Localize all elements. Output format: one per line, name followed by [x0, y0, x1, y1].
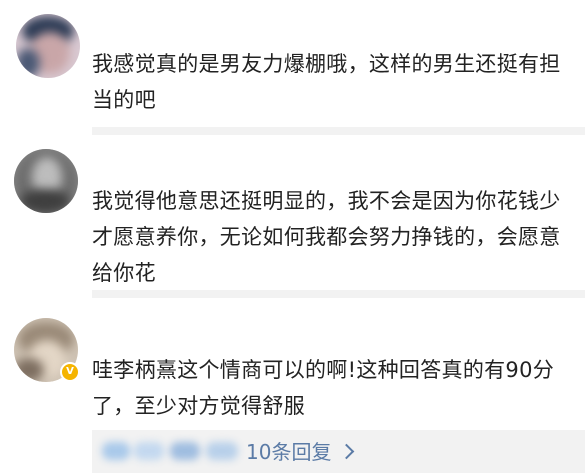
avatar-icon[interactable]: [14, 149, 78, 213]
reply-preview-blurred: [102, 440, 242, 462]
reply-count-label: 10条回复: [246, 440, 332, 464]
avatar-icon[interactable]: [16, 14, 80, 78]
comment-text: 我感觉真的是男友力爆棚哦，这样的男生还挺有担当的吧: [92, 52, 561, 112]
divider: [92, 290, 585, 298]
comment-list: 我感觉真的是男友力爆棚哦，这样的男生还挺有担当的吧 我觉得他意思还挺明显的，我不…: [0, 0, 585, 473]
username-blurred[interactable]: [94, 14, 214, 40]
comment-item: V 哇李柄熹这个情商可以的啊!这种回答真的有90分了，至少对方觉得舒服: [0, 298, 585, 430]
vip-badge-icon: V: [60, 362, 80, 382]
chevron-right-icon: [339, 443, 355, 460]
comment-text: 我觉得他意思还挺明显的，我不会是因为你花钱少才愿意养你，无论如何我都会努力挣钱的…: [92, 189, 561, 285]
comment-item: 我觉得他意思还挺明显的，我不会是因为你花钱少才愿意养你，无论如何我都会努力挣钱的…: [0, 135, 585, 298]
reply-bar: 10条回复: [92, 430, 585, 473]
username-blurred[interactable]: [94, 149, 264, 175]
view-replies-link[interactable]: 10条回复: [246, 438, 355, 466]
divider: [92, 127, 585, 135]
comment-item: 我感觉真的是男友力爆棚哦，这样的男生还挺有担当的吧: [0, 0, 585, 135]
comment-text: 哇李柄熹这个情商可以的啊!这种回答真的有90分了，至少对方觉得舒服: [92, 358, 555, 418]
username-blurred[interactable]: [94, 316, 324, 342]
